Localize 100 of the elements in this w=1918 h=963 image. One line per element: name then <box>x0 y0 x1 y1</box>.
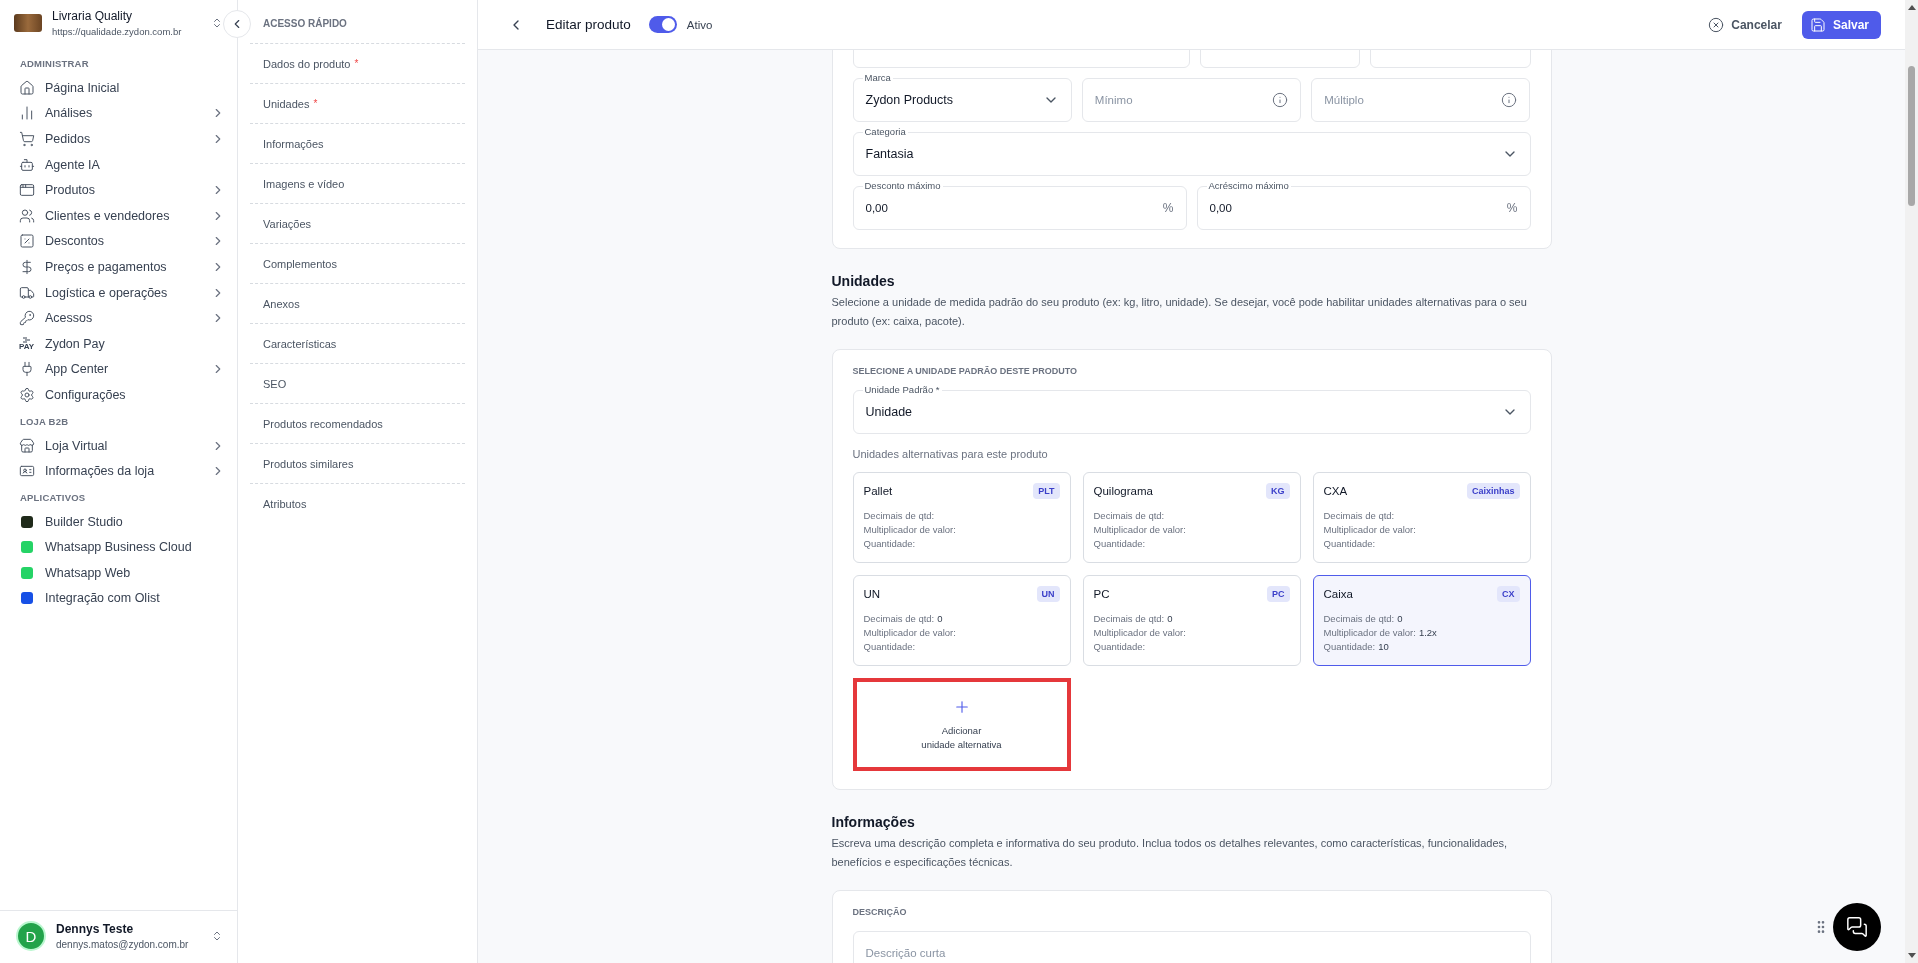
sidebar-item[interactable]: Pedidos <box>18 126 225 152</box>
quick-access-link[interactable]: SEO <box>250 363 465 403</box>
quick-access-link[interactable]: Complementos <box>250 243 465 283</box>
sidebar-item[interactable]: Informações da loja <box>18 458 225 484</box>
unit-detail: Multiplicador de valor: <box>863 626 957 640</box>
unit-code-badge: UN <box>1036 586 1060 602</box>
section-title: ADMINISTRAR <box>20 58 90 69</box>
unit-detail: Decimais de qtd: 0 <box>1323 612 1404 626</box>
save-icon <box>1809 16 1826 33</box>
sidebar-item[interactable]: Loja Virtual <box>18 432 225 459</box>
menu-item-icon <box>18 284 35 301</box>
menu-item-icon <box>18 131 35 147</box>
unit-detail: Decimais de qtd: <box>863 509 936 523</box>
sidebar-item[interactable]: Página Inicial <box>18 75 225 101</box>
unit-detail: Quantidade: <box>863 640 917 654</box>
unit-name: PC <box>1093 588 1110 600</box>
unit-card[interactable]: UN UN Decimais de qtd: 0 Multiplicador de valor: Quantidade: <box>852 575 1071 666</box>
toggle-label: Ativo <box>686 18 713 31</box>
unit-code-badge: CX <box>1497 586 1520 602</box>
menu-item-icon <box>18 386 35 403</box>
quick-access-link[interactable]: Variações <box>250 203 465 243</box>
info-icon[interactable] <box>1501 92 1518 108</box>
store-url: https://qualidade.zydon.com.br <box>52 26 183 37</box>
chat-button[interactable] <box>1833 903 1881 951</box>
sidebar-item[interactable]: Logística e operações <box>18 279 225 306</box>
unit-card[interactable]: Caixa CX Decimais de qtd: 0 Multiplicador de valor: 1.2x Quantidade: 10 <box>1312 575 1531 666</box>
sidebar-item[interactable]: Preços e pagamentos <box>18 254 225 280</box>
unit-detail: Multiplicador de valor: 1.2x <box>1323 626 1438 640</box>
section-description: Selecione a unidade de medida padrão do seu produto (ex: kg, litro, unidade). Se desejar, você pode habilitar unidades alternativas para o seu produto (ex: caixa, pacote). <box>831 295 1528 329</box>
sidebar-item[interactable]: Clientes e vendedores <box>18 202 225 229</box>
page-title: Editar produto <box>546 17 631 32</box>
sidebar-item[interactable]: Configurações <box>18 382 225 408</box>
user-name: Dennys Teste <box>56 922 135 936</box>
user-email: dennys.matos@zydon.com.br <box>56 939 190 950</box>
chevrons-up-down-icon[interactable] <box>211 930 223 942</box>
unit-detail: Decimais de qtd: 0 <box>1093 612 1174 626</box>
unit-detail: Multiplicador de valor: <box>1323 523 1417 537</box>
unit-detail: Multiplicador de valor: <box>1093 626 1187 640</box>
unit-name: Pallet <box>863 485 893 497</box>
unit-code-badge: KG <box>1266 483 1290 499</box>
quick-access-link[interactable]: Unidades * <box>250 83 465 123</box>
menu-item-icon <box>18 437 35 454</box>
menu-item-icon <box>18 156 35 173</box>
unit-code-badge: PLT <box>1033 483 1060 499</box>
sidebar-item[interactable]: Acessos <box>18 305 225 331</box>
unit-detail: Decimais de qtd: <box>1323 509 1396 523</box>
active-toggle[interactable] <box>648 16 677 33</box>
panel-title: ACESSO RÁPIDO <box>262 16 348 31</box>
unit-code-badge: Caixinhas <box>1466 483 1520 499</box>
sidebar-item[interactable]: Análises <box>18 100 225 127</box>
sidebar-item[interactable]: Whatsapp Web <box>18 560 225 586</box>
card-heading: DESCRIÇÃO <box>852 907 908 917</box>
unit-detail: Quantidade: <box>863 537 917 551</box>
quick-access-link[interactable]: Produtos recomendados <box>250 403 465 443</box>
unit-name: Quilograma <box>1093 485 1153 497</box>
unit-detail: Quantidade: <box>1093 640 1147 654</box>
sidebar-item[interactable]: Descontos <box>18 228 225 255</box>
unit-detail: Multiplicador de valor: <box>1093 523 1187 537</box>
add-unit-button[interactable]: Adicionar unidade alternativa <box>852 678 1071 771</box>
unit-detail: Quantidade: <box>1093 537 1147 551</box>
section-heading: Unidades <box>831 273 896 289</box>
quick-access-link[interactable]: Anexos <box>250 283 465 323</box>
unit-card[interactable]: Pallet PLT Decimais de qtd: Multiplicador de valor: Quantidade: <box>852 472 1071 563</box>
quick-access-link[interactable]: Características <box>250 323 465 363</box>
scrollbar[interactable] <box>1905 0 1918 963</box>
quick-access-link[interactable]: Produtos similares <box>250 443 465 483</box>
quick-access-link[interactable]: Informações <box>250 123 465 163</box>
sidebar-item[interactable]: Builder Studio <box>18 508 225 535</box>
chevrons-up-down-icon[interactable] <box>211 17 223 29</box>
sidebar-item[interactable]: Produtos <box>18 177 225 203</box>
section-heading: Informações <box>831 814 916 830</box>
unit-detail: Quantidade: <box>1323 537 1377 551</box>
menu-item-icon <box>18 233 35 250</box>
section-title: APLICATIVOS <box>20 491 87 503</box>
unit-code-badge: PC <box>1267 586 1290 602</box>
unit-detail: Decimais de qtd: 0 <box>863 612 944 626</box>
chat-icon <box>1846 916 1868 938</box>
info-icon[interactable] <box>1272 92 1289 108</box>
quick-access-link[interactable]: Dados do produto * <box>250 43 465 83</box>
unit-detail: Quantidade: 10 <box>1323 640 1390 654</box>
quick-access-link[interactable]: Imagens e vídeo <box>250 163 465 203</box>
menu-item-icon <box>18 207 35 224</box>
unit-name: CXA <box>1323 485 1348 497</box>
unit-card[interactable]: Quilograma KG Decimais de qtd: Multiplicador de valor: Quantidade: <box>1082 472 1301 563</box>
unit-card[interactable]: PC PC Decimais de qtd: 0 Multiplicador de valor: Quantidade: <box>1082 575 1301 666</box>
menu-item-icon <box>18 310 35 327</box>
section-description: Escreva uma descrição completa e informativa do seu produto. Inclua todos os detalhes relevantes, como características, funcionalidades, benefícios e especificações técnicas. <box>831 836 1509 870</box>
cancel-button[interactable]: Cancelar <box>1708 16 1782 33</box>
store-logo <box>14 14 42 32</box>
quick-access-link[interactable]: Atributos <box>250 483 465 523</box>
alternatives-label: Unidades alternativas para este produto <box>852 448 1049 460</box>
save-button[interactable]: Salvar <box>1801 10 1881 39</box>
menu-item-icon <box>18 182 35 199</box>
sidebar-item[interactable]: Integração com Olist <box>18 585 225 612</box>
sidebar-item[interactable]: PAY Zydon Pay <box>18 330 225 357</box>
sidebar-item[interactable]: App Center <box>18 356 225 383</box>
sidebar-item[interactable]: Whatsapp Business Cloud <box>18 534 225 561</box>
sidebar-item[interactable]: Agente IA <box>18 151 225 178</box>
unit-detail: Decimais de qtd: <box>1093 509 1166 523</box>
unit-card[interactable]: CXA Caixinhas Decimais de qtd: Multiplicador de valor: Quantidade: <box>1312 472 1531 563</box>
